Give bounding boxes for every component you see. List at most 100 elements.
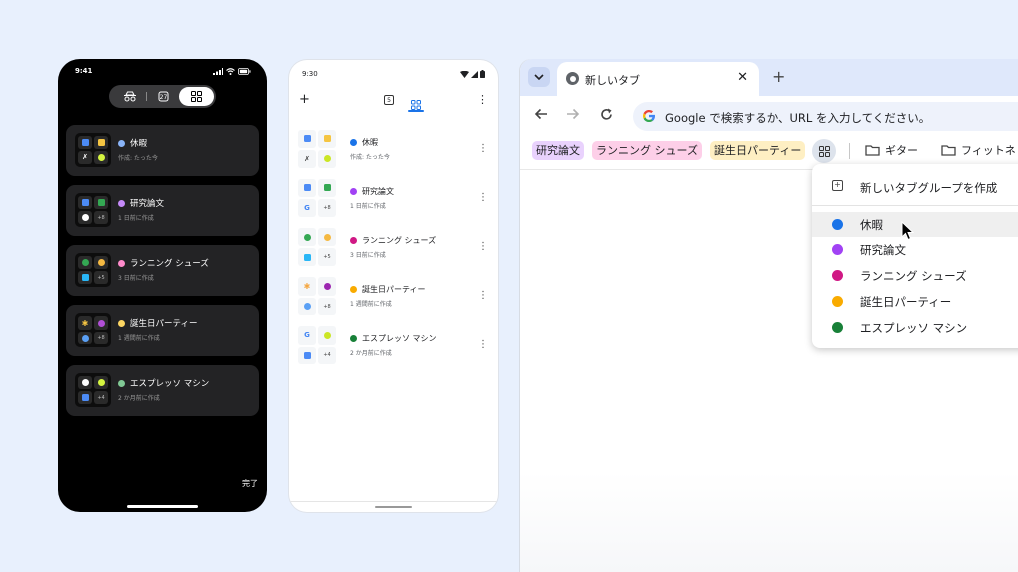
tab-group-chip-running-shoes[interactable]: ランニング シューズ	[592, 141, 702, 160]
android-phone: 9:30 + 5 ⋮ ✗ 休暇 作成: たった今 ⋮ G +8 研究論文 1 日…	[289, 60, 498, 512]
omnibox[interactable]: Google で検索するか、URL を入力してください。	[633, 102, 1018, 131]
chevron-down-icon	[534, 74, 544, 80]
group-title: ランニング シューズ	[118, 257, 209, 269]
incognito-icon	[124, 91, 136, 102]
group-color-dot	[118, 379, 125, 387]
more-vert-icon[interactable]: ⋮	[478, 339, 488, 350]
folder-icon	[941, 145, 956, 156]
menu-item-label: 研究論文	[860, 243, 906, 257]
menu-item-group[interactable]: 誕生日パーティー	[812, 289, 1018, 314]
menu-item-label: ランニング シューズ	[860, 269, 967, 283]
incognito-tab-toggle[interactable]	[115, 89, 145, 104]
tab-groups-icon[interactable]	[411, 95, 421, 110]
group-thumbnails: G +4	[298, 326, 336, 364]
new-tab-button[interactable]: +	[772, 67, 785, 86]
google-icon	[643, 110, 655, 122]
svg-text:27: 27	[159, 94, 167, 101]
group-name: ランニング シューズ	[130, 259, 209, 269]
group-thumbnails: +5	[298, 228, 336, 266]
segment-divider	[146, 92, 147, 101]
group-color-dot	[350, 335, 357, 342]
more-vert-icon[interactable]: ⋮	[478, 241, 488, 252]
ios-group-card[interactable]: ✱ +8 誕生日パーティー 1 週間前に作成	[66, 305, 259, 356]
reload-icon[interactable]	[600, 108, 613, 125]
group-title: 研究論文	[118, 197, 164, 209]
more-vert-icon[interactable]: ⋮	[477, 93, 488, 106]
tab-group-chip-birthday[interactable]: 誕生日パーティー	[710, 141, 806, 160]
folder-label: フィットネ	[961, 144, 1016, 157]
ios-group-card[interactable]: ✗ 休暇 作成: たった今	[66, 125, 259, 176]
more-count: +4	[318, 346, 336, 364]
group-name: エスプレッソ マシン	[362, 334, 437, 343]
favicon-thumb	[298, 179, 316, 197]
browser-toolbar: Google で検索するか、URL を入力してください。	[520, 96, 1018, 136]
favicon-thumb: G	[298, 198, 316, 217]
close-icon[interactable]: ✕	[737, 70, 748, 85]
android-group-list: ✗ 休暇 作成: たった今 ⋮ G +8 研究論文 1 日前に作成 ⋮ +5 ラ…	[298, 130, 489, 375]
android-group-row[interactable]: +5 ランニング シューズ 3 日前に作成 ⋮	[298, 228, 489, 277]
menu-item-group[interactable]: 休暇	[812, 212, 1018, 237]
bookmarks-bar: 研究論文 ランニング シューズ 誕生日パーティー ギター フィットネ	[520, 138, 1018, 164]
selected-tab-indicator	[408, 110, 424, 112]
favicon-thumb: ✱	[298, 277, 316, 296]
favicon-thumb	[78, 211, 92, 224]
favicon-thumb	[318, 228, 336, 246]
group-name: 誕生日パーティー	[362, 285, 426, 294]
bookmark-folder-guitar[interactable]: ギター	[865, 142, 918, 158]
android-group-row[interactable]: G +4 エスプレッソ マシン 2 か月前に作成 ⋮	[298, 326, 489, 375]
group-thumbnails: ✱ +8	[75, 313, 111, 347]
create-tab-group-item[interactable]: + 新しいタブグループを作成	[812, 169, 1018, 201]
more-vert-icon[interactable]: ⋮	[478, 192, 488, 203]
tab-groups-toggle[interactable]	[179, 87, 214, 106]
favicon-thumb	[298, 298, 316, 315]
group-color-dot	[832, 219, 843, 230]
ios-group-card[interactable]: +8 研究論文 1 日前に作成	[66, 185, 259, 236]
tab-group-chip-research[interactable]: 研究論文	[532, 141, 584, 160]
favicon-thumb	[298, 346, 316, 364]
tab-groups-button[interactable]	[812, 139, 836, 163]
favicon-thumb	[78, 256, 92, 269]
favicon-thumb: ✗	[78, 150, 92, 164]
more-vert-icon[interactable]: ⋮	[478, 290, 488, 301]
tabs-count-icon[interactable]: 5	[384, 95, 394, 105]
group-thumbnails: ✱ +8	[298, 277, 336, 315]
android-group-row[interactable]: ✱ +8 誕生日パーティー 1 週間前に作成 ⋮	[298, 277, 489, 326]
battery-icon	[238, 67, 251, 75]
ios-status-bar: 9:41	[75, 66, 251, 76]
bookmarks-separator	[849, 143, 850, 159]
android-group-row[interactable]: G +8 研究論文 1 日前に作成 ⋮	[298, 179, 489, 228]
android-status-icons	[459, 70, 485, 80]
menu-item-group[interactable]: ランニング シューズ	[812, 263, 1018, 288]
add-icon[interactable]: +	[299, 93, 310, 107]
tab-search-button[interactable]	[528, 67, 550, 87]
more-count: +8	[94, 211, 108, 224]
more-vert-icon[interactable]: ⋮	[478, 143, 488, 154]
group-thumbnails: +8	[75, 193, 111, 227]
menu-item-group[interactable]: エスプレッソ マシン	[812, 315, 1018, 340]
favicon-thumb	[94, 136, 108, 149]
android-group-row[interactable]: ✗ 休暇 作成: たった今 ⋮	[298, 130, 489, 179]
group-color-dot	[350, 188, 357, 195]
forward-icon[interactable]	[566, 108, 580, 124]
done-button[interactable]: 完了	[242, 478, 258, 489]
ios-group-list: ✗ 休暇 作成: たった今 +8 研究論文 1 日前に作成 +5 ランニング シ…	[66, 125, 259, 425]
favicon-thumb: ✗	[298, 149, 316, 168]
ios-group-card[interactable]: +4 エスプレッソ マシン 2 か月前に作成	[66, 365, 259, 416]
active-tab[interactable]: 新しいタブ ✕	[557, 62, 759, 96]
gesture-handle	[375, 506, 412, 508]
home-indicator	[127, 505, 198, 508]
favicon-thumb	[318, 179, 336, 197]
favicon-thumb	[318, 130, 336, 148]
menu-item-group[interactable]: 研究論文	[812, 237, 1018, 262]
ios-group-card[interactable]: +5 ランニング シューズ 3 日前に作成	[66, 245, 259, 296]
group-subtitle: 2 か月前に作成	[118, 395, 160, 402]
tab-groups-icon	[818, 145, 830, 157]
create-tab-group-label: 新しいタブグループを作成	[860, 181, 998, 195]
back-icon[interactable]	[534, 108, 548, 124]
menu-item-label: エスプレッソ マシン	[860, 321, 968, 335]
battery-icon	[480, 70, 485, 78]
tabs-toggle[interactable]: 27	[150, 89, 176, 104]
bookmark-folder-fitness[interactable]: フィットネ	[941, 142, 1016, 158]
favicon-thumb	[298, 130, 316, 148]
tab-groups-icon	[191, 91, 202, 102]
